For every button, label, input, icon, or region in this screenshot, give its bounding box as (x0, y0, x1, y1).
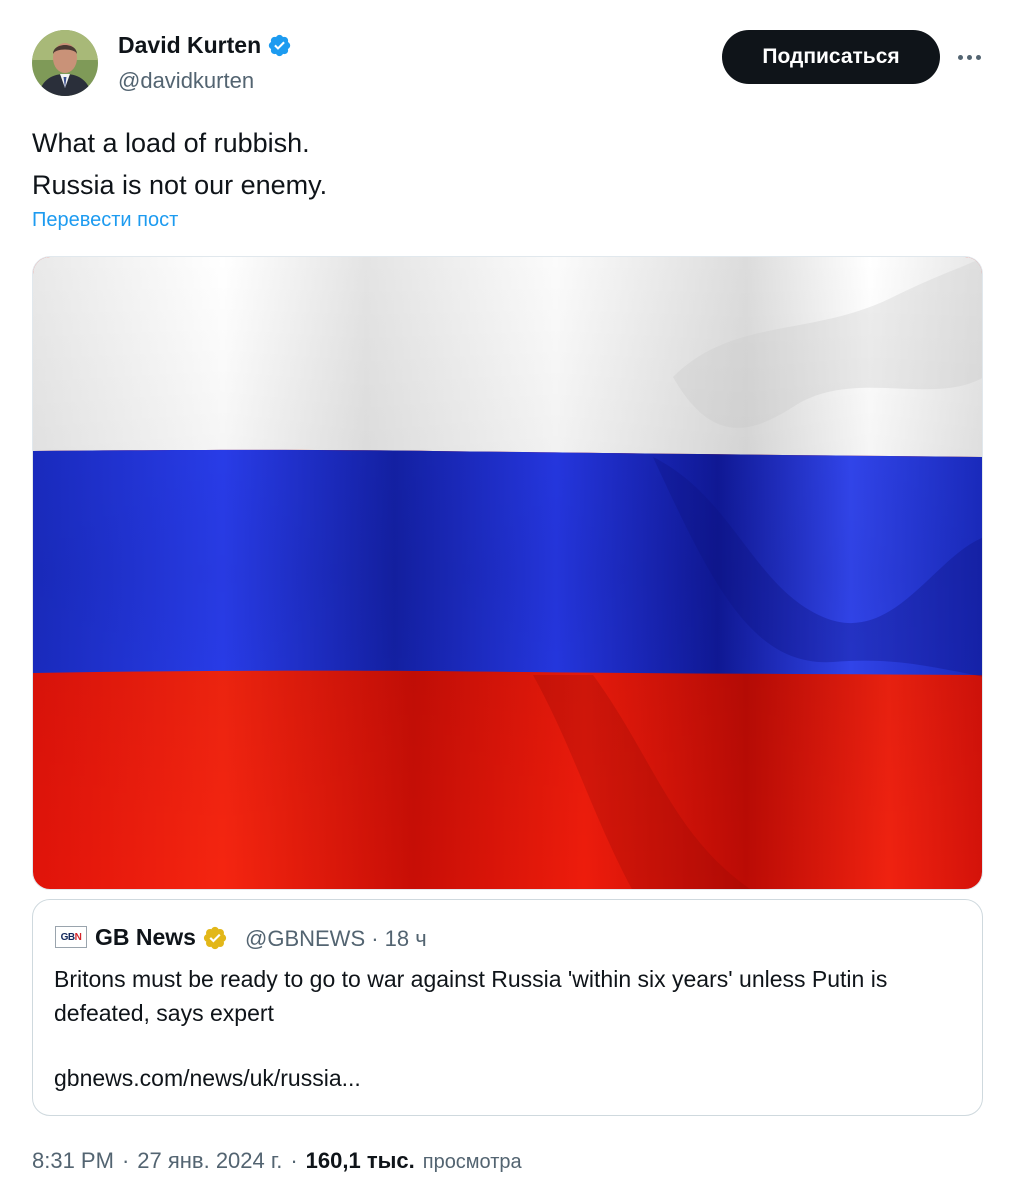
separator-dot: · (121, 1148, 130, 1173)
author-name[interactable]: David Kurten (118, 32, 292, 59)
logo-text-blue: GB (60, 931, 76, 943)
follow-button[interactable]: Подписаться (722, 30, 940, 84)
tweet-footer: 8:31 PM · 27 янв. 2024 г. · 160,1 тыс. п… (32, 1148, 522, 1174)
quoted-tweet-card[interactable]: GB N GB News @GBNEWS · 18 ч Britons must … (32, 899, 983, 1116)
views-count: 160,1 тыс. (305, 1148, 415, 1173)
gold-verified-badge-icon (203, 926, 227, 949)
logo-text-red: N (74, 931, 82, 943)
author-name-text: David Kurten (118, 32, 262, 58)
quoted-author-name[interactable]: GB News (95, 924, 228, 951)
more-dot (957, 54, 963, 60)
tweet-card: David Kurten @davidkurten Подписаться Wh… (0, 0, 1010, 1200)
author-handle[interactable]: @davidkurten (118, 68, 254, 94)
quoted-author-name-text: GB News (95, 924, 196, 950)
more-dot (966, 54, 972, 60)
tweet-time[interactable]: 8:31 PM (32, 1148, 114, 1174)
more-dot (975, 54, 981, 60)
quoted-handle-time: @GBNEWS · 18 ч (245, 926, 427, 951)
russian-flag-image (33, 257, 982, 889)
translate-post-link[interactable]: Перевести пост (32, 209, 178, 232)
more-options-icon[interactable] (950, 40, 988, 74)
verified-badge-icon (268, 34, 291, 57)
tweet-text-line: Russia is not our enemy. (32, 170, 328, 200)
tweet-text-line: What a load of rubbish. (32, 128, 310, 158)
separator-dot: · (290, 1148, 298, 1173)
tweet-text: What a load of rubbish. Russia is not ou… (32, 122, 327, 206)
tweet-date[interactable]: 27 янв. 2024 г. (137, 1148, 282, 1174)
tweet-media-image[interactable] (32, 256, 983, 890)
author-avatar[interactable] (32, 30, 98, 96)
quoted-tweet-text: Britons must be ready to go to war again… (54, 966, 888, 1026)
gbnews-logo-icon: GB N (55, 926, 87, 948)
views-label: просмотра (422, 1151, 522, 1173)
quoted-tweet-link[interactable]: gbnews.com/news/uk/russia... (54, 1065, 361, 1092)
